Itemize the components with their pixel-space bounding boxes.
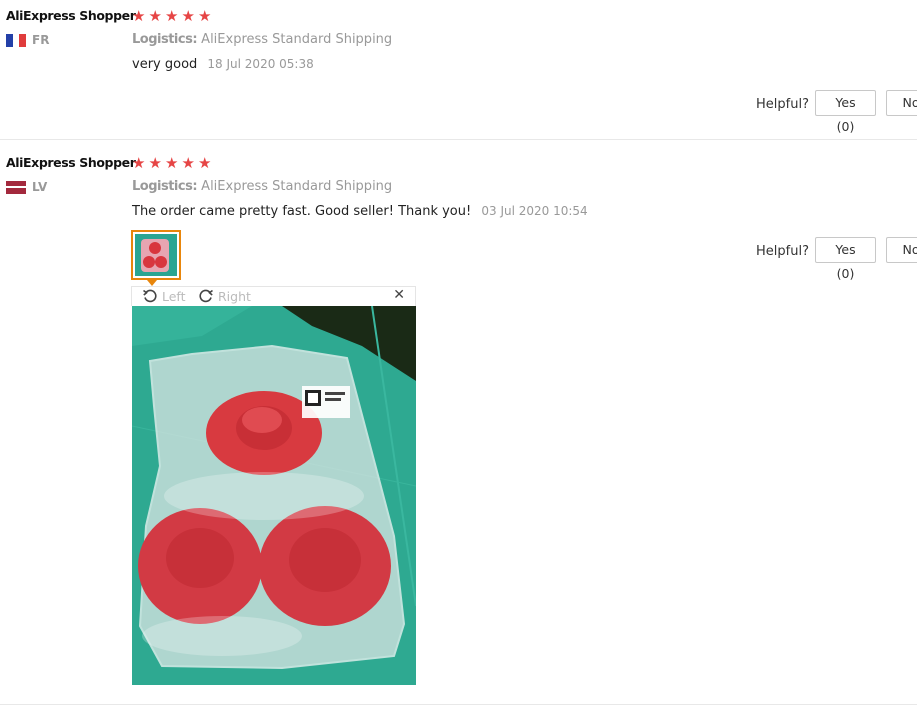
flag-icon bbox=[6, 33, 26, 47]
helpful-no-button[interactable]: No bbox=[886, 90, 917, 116]
rotate-left-icon bbox=[143, 289, 157, 303]
logistics-label: Logistics: bbox=[132, 32, 198, 47]
feedback: The order came pretty fast. Good seller!… bbox=[132, 204, 588, 219]
review-photo-thumbnail[interactable] bbox=[131, 230, 181, 280]
star-icon: ★ bbox=[165, 154, 179, 172]
rotate-right-label: Right bbox=[218, 288, 251, 304]
star-icon: ★ bbox=[148, 154, 162, 172]
close-icon[interactable]: ✕ bbox=[393, 287, 405, 303]
thumbnail-image bbox=[135, 234, 177, 276]
country-code: LV bbox=[32, 180, 48, 194]
red-cup-bottom-right bbox=[259, 506, 391, 626]
flag-icon bbox=[6, 180, 26, 194]
star-rating: ★ ★ ★ ★ ★ bbox=[132, 154, 214, 172]
helpful-label: Helpful? bbox=[756, 244, 809, 259]
reviewer-country: FR bbox=[6, 33, 49, 47]
rotate-right-button[interactable]: Right bbox=[198, 288, 251, 304]
helpful-yes-button[interactable]: Yes (0) bbox=[815, 90, 876, 134]
star-icon: ★ bbox=[148, 7, 162, 25]
rotate-right-icon bbox=[199, 289, 213, 303]
reviewer-country: LV bbox=[6, 180, 47, 194]
helpful-label: Helpful? bbox=[756, 97, 809, 112]
star-icon: ★ bbox=[165, 7, 179, 25]
feedback-text: The order came pretty fast. Good seller!… bbox=[132, 204, 472, 219]
logistics-label: Logistics: bbox=[132, 179, 198, 194]
reviewer-name: AliExpress Shopper bbox=[6, 155, 136, 170]
star-icon: ★ bbox=[132, 7, 146, 25]
country-code: FR bbox=[32, 33, 50, 47]
rotate-left-button[interactable]: Left bbox=[142, 288, 186, 304]
star-icon: ★ bbox=[198, 7, 212, 25]
star-icon: ★ bbox=[181, 7, 195, 25]
feedback-date: 18 Jul 2020 05:38 bbox=[207, 57, 314, 71]
star-icon: ★ bbox=[181, 154, 195, 172]
feedback: very good 18 Jul 2020 05:38 bbox=[132, 57, 314, 72]
rotate-left-label: Left bbox=[162, 288, 186, 304]
logistics-info: Logistics: AliExpress Standard Shipping bbox=[132, 179, 392, 194]
feedback-text: very good bbox=[132, 57, 198, 72]
review-item: AliExpress Shopper FR ★ ★ ★ ★ ★ Logistic… bbox=[0, 0, 917, 140]
star-icon: ★ bbox=[132, 154, 146, 172]
logistics-value: AliExpress Standard Shipping bbox=[201, 32, 393, 47]
helpful-yes-button[interactable]: Yes (0) bbox=[815, 237, 876, 281]
feedback-date: 03 Jul 2020 10:54 bbox=[481, 204, 588, 218]
star-rating: ★ ★ ★ ★ ★ bbox=[132, 7, 214, 25]
review-item: AliExpress Shopper LV ★ ★ ★ ★ ★ Logistic… bbox=[0, 147, 917, 705]
helpful-no-button[interactable]: No bbox=[886, 237, 917, 263]
star-icon: ★ bbox=[198, 154, 212, 172]
review-photo-large bbox=[132, 306, 416, 685]
logistics-value: AliExpress Standard Shipping bbox=[201, 179, 393, 194]
photo-viewer-toolbar: Left Right ✕ bbox=[131, 286, 416, 306]
red-cup-bottom-left bbox=[138, 508, 262, 624]
reviewer-name: AliExpress Shopper bbox=[6, 8, 136, 23]
logistics-info: Logistics: AliExpress Standard Shipping bbox=[132, 32, 392, 47]
